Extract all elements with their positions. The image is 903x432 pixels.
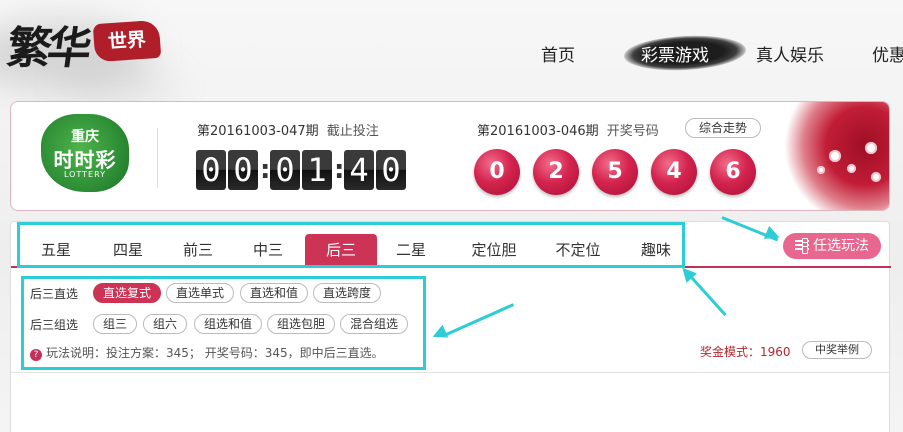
result-ball: 0 (474, 149, 520, 195)
prize-mode: 奖金模式：1960 (700, 345, 791, 359)
trend-chart-button[interactable]: 综合走势 (685, 118, 761, 138)
last-issue: 第20161003-046期 开奖号码 (477, 124, 659, 139)
site-logo[interactable]: 繁华 世界 (4, 12, 162, 82)
chongqing-ssc-logo: 重庆 时时彩 LOTTERY (41, 114, 129, 192)
nav-item-live-casino[interactable]: 真人娱乐 (756, 41, 824, 66)
optional-play-button[interactable]: 任选玩法 (783, 233, 881, 259)
result-ball: 6 (710, 149, 756, 195)
bet-content-area (11, 372, 889, 432)
result-ball: 2 (533, 149, 579, 195)
logo-seal: 世界 (92, 19, 162, 63)
filter-icon (795, 238, 809, 254)
nav-item-promotions[interactable]: 优惠 (872, 41, 903, 66)
logo-calligraphy: 繁华 (3, 23, 91, 74)
nav-item-home[interactable]: 首页 (541, 41, 575, 66)
plum-blossom-decoration (775, 102, 889, 210)
nav-item-lottery[interactable]: 彩票游戏 (641, 41, 709, 66)
current-issue: 第20161003-047期 截止投注 (197, 124, 379, 139)
countdown-timer: 0 0 : 0 1 : 4 0 (196, 150, 408, 190)
highlight-box-tabs (17, 222, 685, 268)
result-ball: 5 (592, 149, 638, 195)
highlight-box-options (21, 276, 426, 370)
lottery-header-panel: 重庆 时时彩 LOTTERY 第20161003-047期 截止投注 0 0 : … (10, 101, 890, 211)
divider (157, 128, 158, 188)
winning-example-button[interactable]: 中奖举例 (802, 341, 872, 359)
result-ball: 4 (651, 149, 697, 195)
